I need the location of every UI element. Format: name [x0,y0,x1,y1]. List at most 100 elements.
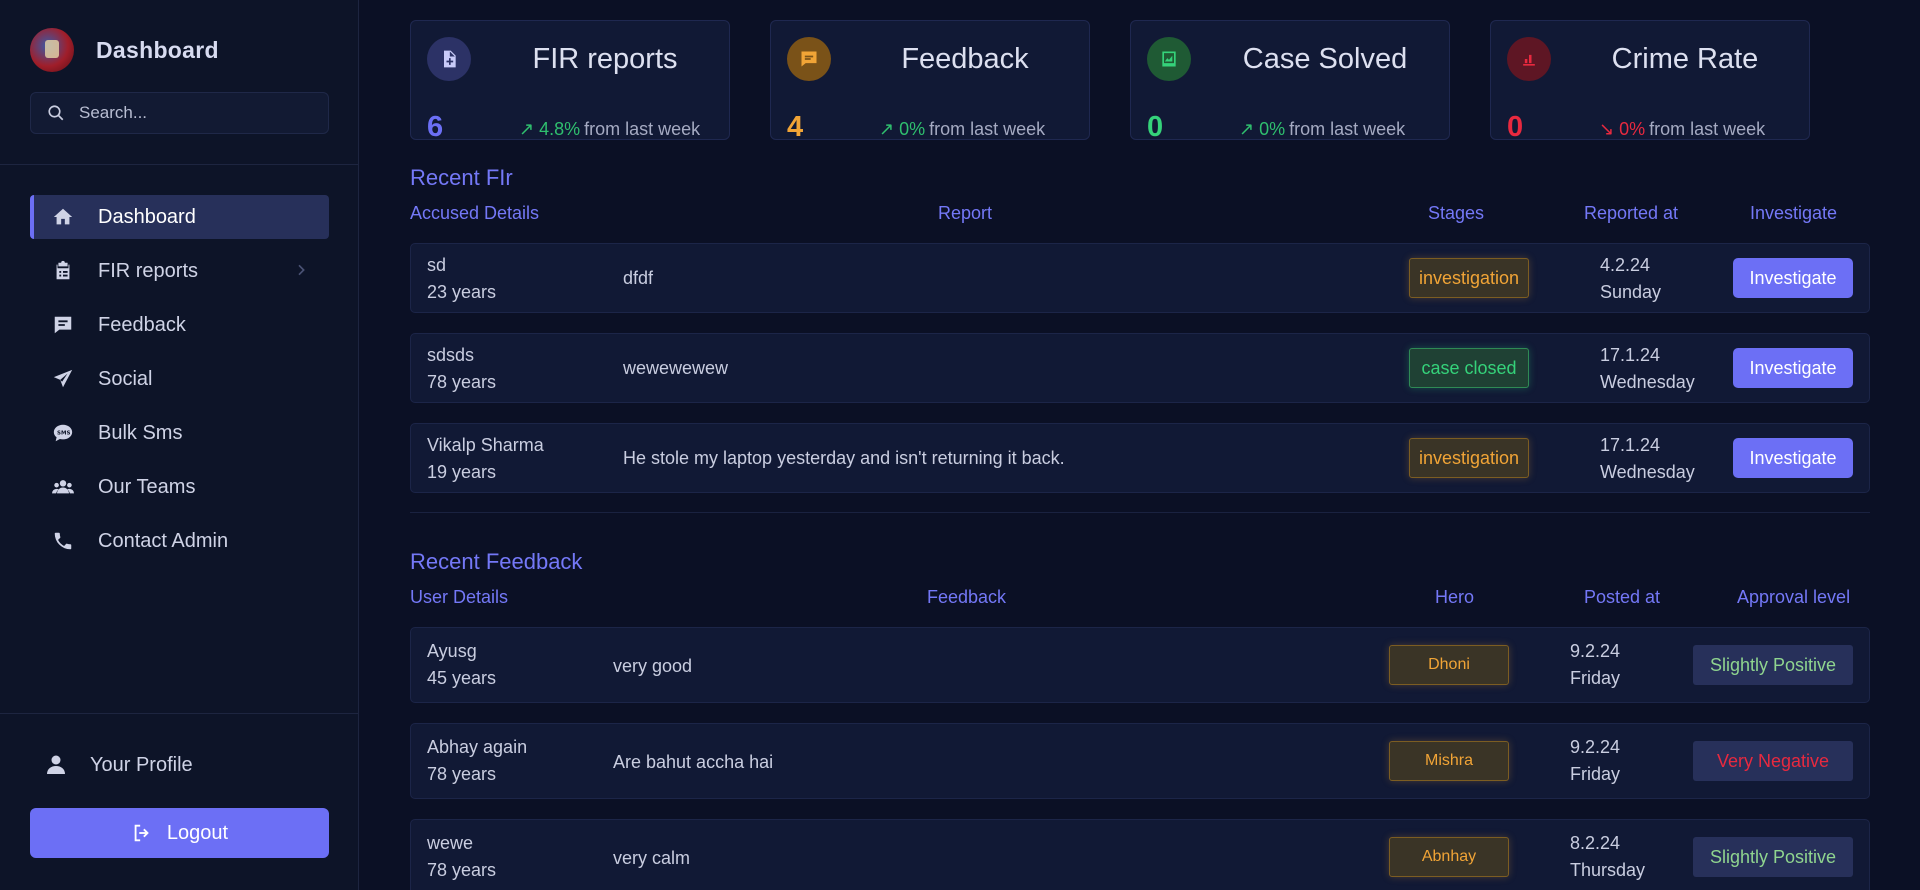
your-profile-link[interactable]: Your Profile [30,745,193,785]
user-age: 78 years [427,764,497,784]
approval-badge: Slightly Positive [1693,645,1853,685]
stage-badge: investigation [1409,258,1529,298]
user-details: Ayusg 45 years [427,638,496,692]
card-trend: ↗ 0% from last week [1239,119,1405,140]
card-trend-suffix: from last week [929,119,1046,139]
posted-date: 9.2.24 [1570,641,1621,661]
user-icon [47,755,65,774]
header-reported-at: Reported at [1584,203,1679,223]
svg-text:SMS: SMS [57,430,70,436]
card-trend-suffix: from last week [584,119,701,139]
fir-row: sdsds 78 years wewewewew case closed 17.1… [410,333,1870,403]
user-name: wewe [427,833,474,853]
sidebar-item-label: Dashboard [98,205,196,228]
investigate-button[interactable]: Investigate [1733,438,1853,478]
feedback-text: very calm [613,848,691,868]
accused-details: sd 23 years [427,252,496,306]
header-feedback: Feedback [927,587,1007,607]
accused-name: sdsds [427,345,475,365]
stage-badge: case closed [1409,348,1529,388]
brand-title: Dashboard [96,36,219,63]
posted-at: 9.2.24 Friday [1570,734,1620,788]
accused-name: Vikalp Sharma [427,435,544,455]
posted-at: 8.2.24 Thursday [1570,830,1645,884]
header-approval-level: Approval level [1737,587,1851,607]
sidebar-item-feedback[interactable]: Feedback [30,303,329,347]
sidebar-item-label: Contact Admin [98,529,229,552]
reported-date: 4.2.24 [1600,255,1651,275]
reported-at: 17.1.24 Wednesday [1600,342,1695,396]
card-trend: ↗ 0% from last week [879,119,1045,140]
sms-icon: SMS [50,420,76,446]
card-title: Feedback [901,43,1029,75]
card-title: Case Solved [1242,43,1408,75]
sidebar-bottom-divider [0,713,359,714]
sidebar-item-fir-reports[interactable]: FIR reports [30,249,329,293]
main-content: FIR reports 6 ↗ 4.8% from last week Feedb… [410,0,1870,890]
accused-age: 78 years [427,372,497,392]
investigate-button[interactable]: Investigate [1733,348,1853,388]
search-box[interactable] [30,92,329,134]
police-logo [30,28,74,72]
search-input[interactable] [79,103,309,123]
card-title: Crime Rate [1611,43,1759,75]
sidebar-item-contact-admin[interactable]: Contact Admin [30,519,329,563]
sidebar-item-label: Bulk Sms [98,421,183,444]
stat-cards: FIR reports 6 ↗ 4.8% from last week Feedb… [410,20,1850,143]
posted-day: Thursday [1570,860,1646,880]
card-value: 0 [1147,111,1164,143]
fir-report-text: dfdf [623,268,654,288]
header-stages: Stages [1428,203,1485,223]
feedback-row: Ayusg 45 years very good Dhoni 9.2.24 Frid… [410,627,1870,703]
sidebar-item-dashboard[interactable]: Dashboard [30,195,329,239]
investigate-button[interactable]: Investigate [1733,258,1853,298]
card-trend-percent: ↗ 4.8% [519,119,581,139]
posted-at: 9.2.24 Friday [1570,638,1620,692]
card-trend-percent: ↗ 0% [879,119,926,139]
header-investigate: Investigate [1750,203,1838,223]
header-posted-at: Posted at [1584,587,1661,607]
hero-badge: Dhoni [1389,645,1509,685]
reported-at: 17.1.24 Wednesday [1600,432,1695,486]
sidebar-item-label: Feedback [98,313,186,336]
recent-fir-title: Recent FIr [410,165,513,190]
user-name: Abhay again [427,737,528,757]
user-age: 45 years [427,668,497,688]
home-icon [50,204,76,230]
posted-day: Friday [1570,668,1621,688]
sidebar-item-bulk-sms[interactable]: SMS Bulk Sms [30,411,329,455]
hero-badge: Abnhay [1389,837,1509,877]
card-value: 4 [787,111,804,143]
posted-date: 9.2.24 [1570,737,1621,757]
reported-date: 17.1.24 [1600,345,1661,365]
posted-date: 8.2.24 [1570,833,1621,853]
card-value: 6 [427,111,444,143]
sidebar-item-our-teams[interactable]: Our Teams [30,465,329,509]
feedback-row: wewe 78 years very calm Abnhay 8.2.24 Thur… [410,819,1870,890]
chevron-right-icon [298,264,305,276]
reported-day: Sunday [1600,282,1662,302]
feedback-text: very good [613,656,693,676]
reported-day: Wednesday [1600,372,1695,392]
fir-report-text: He stole my laptop yesterday and isn't r… [623,448,1065,468]
card-fir-reports: FIR reports 6 ↗ 4.8% from last week [410,20,730,143]
card-feedback: Feedback 4 ↗ 0% from last week [770,20,1090,143]
message-icon [50,312,76,338]
card-trend: ↘ 0% from last week [1599,119,1765,140]
card-trend-suffix: from last week [1289,119,1406,139]
fir-report-text: wewewewew [623,358,729,378]
header-accused-details: Accused Details [410,203,540,223]
accused-details: Vikalp Sharma 19 years [427,432,544,486]
logout-button[interactable]: Logout [30,808,329,858]
stage-badge: investigation [1409,438,1529,478]
phone-icon [50,528,76,554]
sidebar-item-social[interactable]: Social [30,357,329,401]
paper-plane-icon [50,366,76,392]
header-hero: Hero [1435,587,1475,607]
profile-label: Your Profile [90,753,193,776]
user-details: Abhay again 78 years [427,734,527,788]
reported-at: 4.2.24 Sunday [1600,252,1661,306]
recent-feedback-title: Recent Feedback [410,549,583,574]
reported-day: Wednesday [1600,462,1695,482]
search-icon [48,105,64,121]
